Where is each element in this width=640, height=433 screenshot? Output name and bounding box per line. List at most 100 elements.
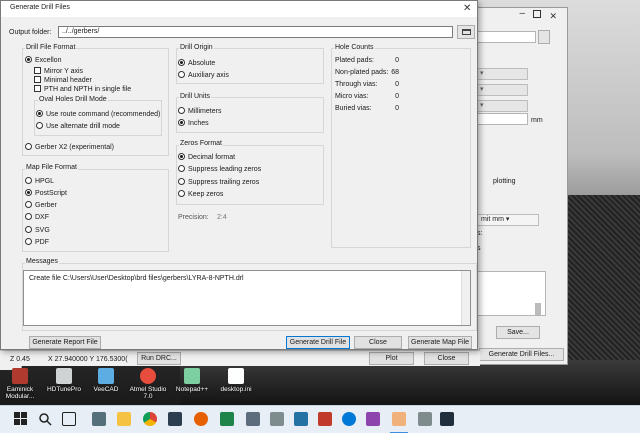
- run-drc-button[interactable]: Run DRC...: [137, 352, 181, 365]
- pth-npth-single-checkbox[interactable]: PTH and NPTH in single file: [34, 85, 131, 94]
- map-dxf-radio[interactable]: DXF: [25, 213, 49, 222]
- map-svg-radio[interactable]: SVG: [25, 226, 50, 235]
- generate-report-button[interactable]: Generate Report File: [29, 336, 101, 349]
- close-icon[interactable]: ✕: [463, 3, 471, 14]
- hole-count-value: 0: [395, 57, 399, 64]
- map-dxf-label: DXF: [35, 214, 49, 221]
- app-icon[interactable]: [318, 412, 332, 426]
- app-icon[interactable]: [366, 412, 380, 426]
- desktop-icon[interactable]: HDTunePro: [44, 368, 84, 393]
- map-postscript-radio[interactable]: PostScript: [25, 189, 67, 198]
- desktop-icon[interactable]: Eaminick Modular...: [0, 368, 40, 400]
- generate-drill-files-dialog: Generate Drill Files ✕ Output folder: ..…: [0, 0, 478, 350]
- origin-absolute-label: Absolute: [188, 60, 216, 67]
- hole-counts-group: [331, 48, 471, 248]
- start-icon[interactable]: [14, 412, 28, 426]
- file-icon: [228, 368, 244, 384]
- chrome-icon[interactable]: [143, 412, 157, 426]
- generate-drill-files-button[interactable]: Generate Drill Files...: [479, 348, 564, 361]
- app-icon[interactable]: [246, 412, 260, 426]
- zoom-readout: Z 0.45: [10, 356, 30, 363]
- desktop-icon-label: VeeCAD: [93, 386, 119, 393]
- hole-counts-title: Hole Counts: [334, 44, 375, 52]
- app-icon[interactable]: [418, 412, 432, 426]
- maximize-icon[interactable]: [533, 10, 541, 18]
- taskbar: [0, 405, 640, 433]
- units-combo[interactable]: mit mm ▾: [477, 214, 539, 226]
- origin-auxiliary-radio[interactable]: Auxiliary axis: [178, 71, 229, 80]
- desktop-icon-label: Atmel Studio 7.0: [129, 386, 167, 400]
- plot-button[interactable]: Plot: [369, 352, 414, 365]
- firefox-icon[interactable]: [194, 412, 208, 426]
- zeros-suppress-trailing-label: Suppress trailing zeros: [188, 179, 260, 186]
- zeros-suppress-trailing-radio[interactable]: Suppress trailing zeros: [178, 178, 259, 187]
- desktop-icon[interactable]: Notepad++: [172, 368, 212, 393]
- task-view-icon[interactable]: [62, 412, 76, 426]
- hole-count-value: 0: [395, 81, 399, 88]
- map-gerber-radio[interactable]: Gerber: [25, 201, 57, 210]
- map-hpgl-radio[interactable]: HPGL: [25, 177, 54, 186]
- app-icon: [12, 368, 28, 384]
- zeros-suppress-leading-radio[interactable]: Suppress leading zeros: [178, 165, 261, 174]
- option-combo[interactable]: ▾: [476, 84, 528, 96]
- output-folder-label: Output folder:: [9, 29, 52, 36]
- output-dir-field[interactable]: [476, 31, 536, 43]
- output-folder-input[interactable]: ../../gerbers/: [58, 26, 453, 38]
- close-button[interactable]: Close: [354, 336, 402, 349]
- zeros-decimal-radio[interactable]: Decimal format: [178, 153, 235, 162]
- mirror-y-checkbox[interactable]: Mirror Y axis: [34, 67, 83, 76]
- excellon-label: Excellon: [35, 57, 62, 64]
- option-combo[interactable]: ▾: [476, 68, 528, 80]
- scrollbar-thumb[interactable]: [535, 303, 541, 315]
- close-icon[interactable]: ✕: [549, 11, 557, 22]
- edge-icon[interactable]: [342, 412, 356, 426]
- app-icon[interactable]: [270, 412, 284, 426]
- clapper-icon[interactable]: [440, 412, 454, 426]
- browse-button[interactable]: [457, 25, 475, 39]
- app-icon[interactable]: [220, 412, 234, 426]
- zeros-format-title: Zeros Format: [179, 140, 224, 148]
- map-pdf-radio[interactable]: PDF: [25, 238, 49, 247]
- desktop-icon[interactable]: VeeCAD: [86, 368, 126, 393]
- excellon-radio[interactable]: Excellon: [25, 56, 61, 65]
- desktop-icon[interactable]: desktop.ini: [216, 368, 256, 393]
- zeros-keep-radio[interactable]: Keep zeros: [178, 190, 223, 199]
- units-label: mm: [531, 117, 543, 124]
- zeros-suppress-leading-label: Suppress leading zeros: [188, 166, 262, 173]
- file-explorer-icon[interactable]: [117, 412, 131, 426]
- width-field[interactable]: [476, 113, 528, 125]
- gerber-x2-radio[interactable]: Gerber X2 (experimental): [25, 143, 114, 152]
- option-combo[interactable]: ▾: [476, 100, 528, 112]
- minimize-icon[interactable]: –: [519, 8, 525, 19]
- mirror-y-label: Mirror Y axis: [44, 68, 84, 75]
- plot-close-button[interactable]: Close: [424, 352, 469, 365]
- units-millimeters-radio[interactable]: Millimeters: [178, 107, 221, 116]
- save-button[interactable]: Save...: [496, 326, 540, 339]
- app-icon[interactable]: [294, 412, 308, 426]
- desktop-icon[interactable]: Atmel Studio 7.0: [128, 368, 168, 400]
- app-icon[interactable]: [168, 412, 182, 426]
- browse-folder-button[interactable]: [538, 30, 550, 44]
- route-command-label: Use route command (recommended): [46, 111, 161, 118]
- alternate-drill-radio[interactable]: Use alternate drill mode: [36, 122, 120, 131]
- generate-map-button[interactable]: Generate Map File: [408, 336, 472, 349]
- kicad-pcbnew-icon[interactable]: [392, 412, 406, 426]
- drill-origin-title: Drill Origin: [179, 44, 214, 52]
- generate-drill-button[interactable]: Generate Drill File: [286, 336, 350, 349]
- desktop-icon-label: Eaminick Modular...: [5, 386, 35, 400]
- units-inches-radio[interactable]: Inches: [178, 119, 209, 128]
- plotting-label: plotting: [493, 178, 516, 185]
- units-combo-value: mit mm: [481, 216, 504, 223]
- app-icon[interactable]: [92, 412, 106, 426]
- search-icon[interactable]: [38, 412, 52, 426]
- hole-count-label: Micro vias:: [335, 93, 369, 100]
- map-pdf-label: PDF: [35, 239, 49, 246]
- messages-textbox[interactable]: Create file C:\Users\User\Desktop\brd fi…: [23, 270, 471, 326]
- zeros-keep-label: Keep zeros: [188, 191, 224, 198]
- precision-label: Precision:: [178, 214, 209, 221]
- origin-absolute-radio[interactable]: Absolute: [178, 59, 215, 68]
- route-command-radio[interactable]: Use route command (recommended): [36, 110, 160, 119]
- pth-npth-single-label: PTH and NPTH in single file: [44, 86, 132, 93]
- minimal-header-checkbox[interactable]: Minimal header: [34, 76, 92, 85]
- messages-scrollbar[interactable]: [461, 271, 470, 325]
